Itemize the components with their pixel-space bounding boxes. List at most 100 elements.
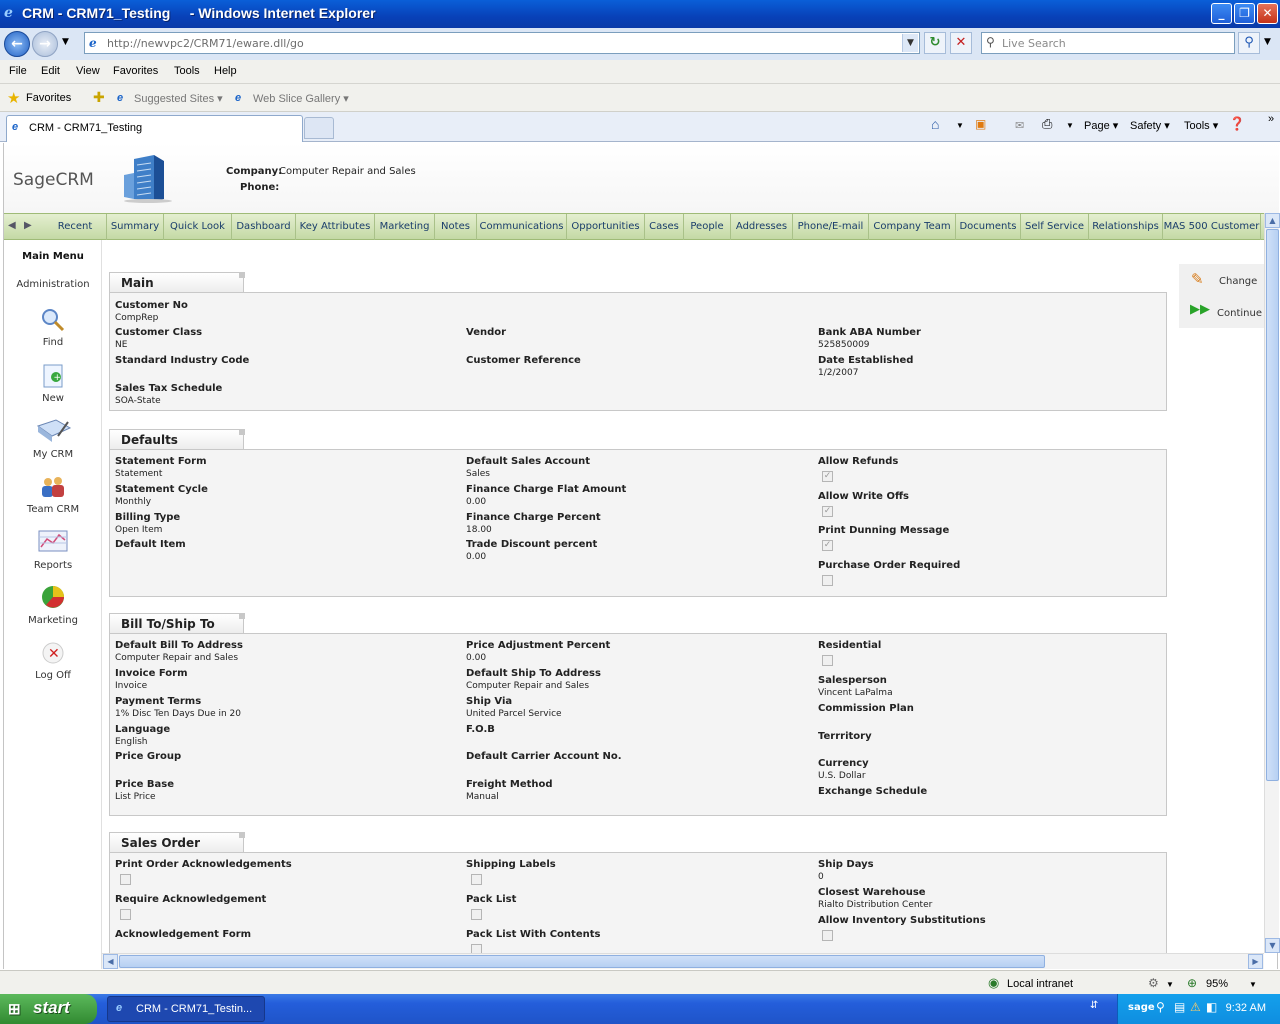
allow-refunds-checkbox[interactable]: ✓ [822,471,833,482]
scroll-thumb[interactable] [119,955,1045,968]
tools-menu[interactable]: Tools ▾ [1184,119,1218,132]
start-button[interactable]: ⊞ start [0,994,97,1024]
new-tab-button[interactable] [304,117,334,139]
tab-key-attributes[interactable]: Key Attributes [296,214,375,240]
suggested-sites-link[interactable]: Suggested Sites ▾ [134,92,223,105]
scroll-thumb[interactable] [1266,229,1279,781]
zoom-level[interactable]: 95% [1206,978,1228,990]
tab-dashboard[interactable]: Dashboard [232,214,296,240]
tab-self-service[interactable]: Self Service [1021,214,1089,240]
chevron-down-icon[interactable]: ▼ [1166,980,1174,989]
history-dropdown-icon[interactable]: ▼ [62,37,69,47]
allow-writeoffs-checkbox[interactable]: ✓ [822,506,833,517]
maximize-button[interactable]: ❐ [1234,3,1255,24]
marketing-icon[interactable] [40,584,66,610]
my-crm-icon[interactable] [36,418,72,444]
refresh-button[interactable]: ↻ [924,32,946,54]
protected-mode-icon[interactable]: ⚙ [1148,976,1159,990]
menu-tools[interactable]: Tools [174,65,200,77]
print-icon[interactable]: ⎙ [1042,116,1052,132]
tab-documents[interactable]: Documents [956,214,1021,240]
my-crm-link[interactable]: My CRM [4,449,102,460]
print-dunning-checkbox[interactable]: ✓ [822,540,833,551]
chevron-down-icon[interactable]: ▼ [1249,980,1257,989]
scroll-left-icon[interactable]: ◀ [103,954,118,969]
tab-relationships[interactable]: Relationships [1089,214,1163,240]
menu-favorites[interactable]: Favorites [113,65,158,77]
tab-marketing[interactable]: Marketing [375,214,435,240]
address-input[interactable]: e http://newvpc2/CRM71/eware.dll/go ▼ [84,32,920,54]
close-button[interactable]: ✕ [1257,3,1278,24]
marketing-link[interactable]: Marketing [4,615,102,626]
forward-button[interactable]: → [32,31,58,57]
team-crm-icon[interactable] [40,473,66,499]
menu-edit[interactable]: Edit [41,65,60,77]
log-off-icon[interactable]: ✕ [40,640,66,666]
search-input[interactable]: ⚲ Live Search [981,32,1235,54]
stop-button[interactable]: ✕ [950,32,972,54]
tab-communications[interactable]: Communications [477,214,567,240]
pack-list-checkbox[interactable] [471,909,482,920]
main-menu-link[interactable]: Main Menu [4,251,102,262]
feeds-icon[interactable]: ▣ [975,117,986,131]
security-tray-icon[interactable]: ⚠ [1190,1000,1201,1014]
network-tray-icon[interactable]: ⚲ [1156,1000,1165,1014]
home-icon[interactable]: ⌂ [931,116,939,132]
menu-view[interactable]: View [76,65,100,77]
tab-company-team[interactable]: Company Team [869,214,956,240]
back-button[interactable]: ← [4,31,30,57]
tray-expand-icon[interactable]: ⇵ [1090,1000,1098,1011]
vertical-scrollbar[interactable]: ▲ ▼ [1264,213,1280,953]
search-options-icon[interactable]: ▼ [1264,37,1271,47]
po-required-checkbox[interactable] [822,575,833,586]
tab-addresses[interactable]: Addresses [731,214,793,240]
require-ack-checkbox[interactable] [120,909,131,920]
pencil-icon[interactable]: ✎ [1191,270,1204,288]
browser-tab-active[interactable]: e CRM - CRM71_Testing [6,115,303,142]
taskbar-item-ie[interactable]: e CRM - CRM71_Testin... [107,996,265,1022]
more-icon[interactable]: » [1268,113,1274,125]
app-tray-icon[interactable]: ◧ [1206,1000,1217,1014]
print-ack-checkbox[interactable] [120,874,131,885]
page-menu[interactable]: Page ▾ [1084,119,1118,132]
favorites-button[interactable]: Favorites [26,92,71,104]
tab-mas500-customer[interactable]: MAS 500 Customer [1163,214,1261,240]
search-go-button[interactable]: ⚲ [1238,32,1260,54]
administration-link[interactable]: Administration [4,279,102,290]
sage-tray-icon[interactable]: sage [1128,1002,1155,1013]
new-link[interactable]: New [4,393,102,404]
tab-people[interactable]: People [684,214,731,240]
chevron-down-icon[interactable]: ▼ [902,34,918,52]
mail-icon[interactable]: ✉ [1015,119,1024,132]
tab-recent[interactable]: Recent [44,214,107,240]
safety-menu[interactable]: Safety ▾ [1130,119,1170,132]
tab-opportunities[interactable]: Opportunities [567,214,645,240]
continue-icon[interactable]: ▶▶ [1190,302,1210,317]
tab-scroll-left-icon[interactable]: ◀ [8,220,16,231]
tab-phone-email[interactable]: Phone/E-mail [793,214,869,240]
reports-link[interactable]: Reports [4,560,102,571]
add-favorite-icon[interactable]: ✚ [93,89,105,106]
chevron-down-icon[interactable]: ▼ [956,121,964,130]
menu-file[interactable]: File [9,65,27,77]
change-button[interactable]: Change [1219,276,1257,287]
scroll-right-icon[interactable]: ▶ [1248,954,1263,969]
find-link[interactable]: Find [4,337,102,348]
log-off-link[interactable]: Log Off [4,670,102,681]
menu-help[interactable]: Help [214,65,237,77]
tab-summary[interactable]: Summary [107,214,164,240]
residential-checkbox[interactable] [822,655,833,666]
tab-notes[interactable]: Notes [435,214,477,240]
scroll-up-icon[interactable]: ▲ [1265,213,1280,228]
shipping-labels-checkbox[interactable] [471,874,482,885]
display-tray-icon[interactable]: ▤ [1174,1000,1185,1014]
tab-scroll-right-icon[interactable]: ▶ [24,220,32,231]
new-icon[interactable]: + [40,363,66,389]
help-icon[interactable]: ❓ [1229,116,1245,132]
web-slice-gallery-link[interactable]: Web Slice Gallery ▾ [253,92,349,105]
scroll-down-icon[interactable]: ▼ [1265,938,1280,953]
continue-button[interactable]: Continue [1217,308,1262,319]
tab-quick-look[interactable]: Quick Look [164,214,232,240]
tab-cases[interactable]: Cases [645,214,684,240]
allow-inv-sub-checkbox[interactable] [822,930,833,941]
